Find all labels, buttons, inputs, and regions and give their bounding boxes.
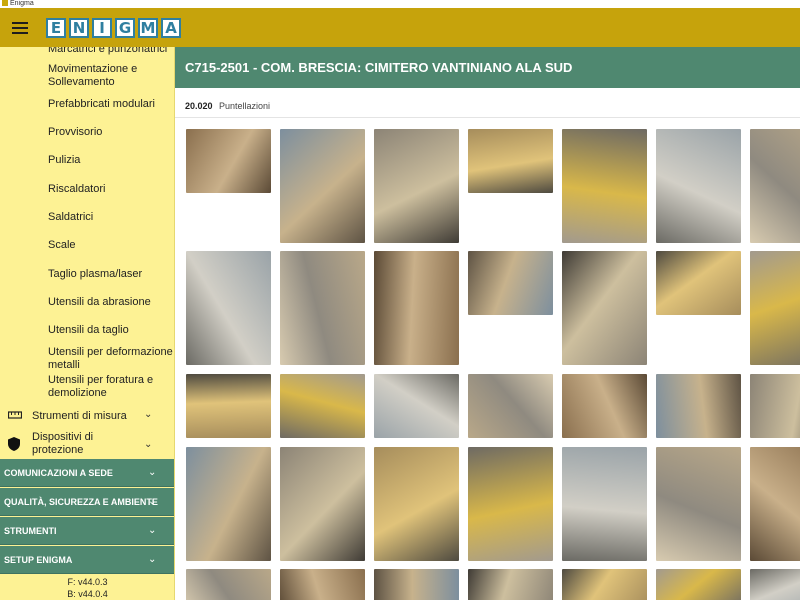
- section-comunicazioni[interactable]: COMUNICAZIONI A SEDE ⌄: [0, 459, 174, 487]
- sidebar-item-movimentazione[interactable]: Movimentazione e Sollevamento: [48, 63, 173, 89]
- shield-icon: [8, 437, 20, 451]
- photo-thumbnail[interactable]: [750, 447, 800, 561]
- photo-thumbnail[interactable]: [280, 129, 365, 243]
- photo-thumbnail[interactable]: [656, 569, 741, 600]
- photo-thumbnail[interactable]: [562, 251, 647, 365]
- logo-letter: A: [161, 18, 181, 38]
- section-label: COMUNICAZIONI A SEDE: [4, 468, 113, 478]
- photo-thumbnail[interactable]: [750, 374, 800, 438]
- section-setup-enigma[interactable]: SETUP ENIGMA ⌄: [0, 546, 174, 574]
- category-code: 20.020: [185, 101, 213, 111]
- sidebar-item-pulizia[interactable]: Pulizia: [48, 154, 173, 167]
- section-strumenti[interactable]: STRUMENTI ⌄: [0, 517, 174, 545]
- photo-thumbnail[interactable]: [562, 129, 647, 243]
- chevron-down-icon: ⌄: [148, 467, 157, 478]
- photo-thumbnail[interactable]: [374, 447, 459, 561]
- photo-thumbnail[interactable]: [280, 569, 365, 600]
- photo-thumbnail[interactable]: [750, 129, 800, 243]
- chevron-down-icon: ⌄: [148, 525, 157, 536]
- photo-thumbnail[interactable]: [374, 129, 459, 243]
- photo-thumbnail[interactable]: [656, 447, 741, 561]
- logo-letter: G: [115, 18, 135, 38]
- photo-thumbnail[interactable]: [562, 569, 647, 600]
- sidebar-item-riscaldatori[interactable]: Riscaldatori: [48, 183, 173, 196]
- chevron-down-icon: ⌄: [144, 409, 153, 420]
- sidebar-group-label: Dispositivi di protezione: [32, 431, 94, 456]
- page-header: C715-2501 - COM. BRESCIA: CIMITERO VANTI…: [175, 47, 800, 88]
- photo-thumbnail[interactable]: [280, 251, 365, 365]
- photo-thumbnail[interactable]: [468, 374, 553, 438]
- photo-thumbnail[interactable]: [186, 374, 271, 438]
- section-label: SETUP ENIGMA: [4, 555, 73, 565]
- photo-thumbnail[interactable]: [374, 251, 459, 365]
- photo-thumbnail[interactable]: [186, 251, 271, 365]
- sidebar: Marcatrici e punzonatrici Movimentazione…: [0, 47, 175, 600]
- app-icon: [2, 0, 8, 7]
- photo-thumbnail[interactable]: [656, 251, 741, 315]
- photo-thumbnail[interactable]: [656, 129, 741, 243]
- enigma-logo: E N I G M A: [46, 18, 181, 38]
- photo-thumbnail[interactable]: [280, 374, 365, 438]
- window-titlebar: Enigma: [0, 0, 800, 8]
- page-title: C715-2501 - COM. BRESCIA: CIMITERO VANTI…: [185, 60, 573, 75]
- sidebar-item-taglio-plasma[interactable]: Taglio plasma/laser: [48, 268, 173, 281]
- sidebar-item-utensili-taglio[interactable]: Utensili da taglio: [48, 324, 173, 337]
- section-qualita[interactable]: QUALITÀ, SICUREZZA E AMBIENTE ⌄: [0, 488, 174, 516]
- photo-thumbnail[interactable]: [186, 129, 271, 193]
- photo-thumbnail[interactable]: [186, 569, 271, 600]
- sidebar-item-marcatrici[interactable]: Marcatrici e punzonatrici: [48, 47, 173, 56]
- photo-thumbnail[interactable]: [656, 374, 741, 438]
- logo-letter: I: [92, 18, 112, 38]
- sidebar-item-utensili-abrasione[interactable]: Utensili da abrasione: [48, 296, 173, 309]
- logo-letter: E: [46, 18, 66, 38]
- section-label: QUALITÀ, SICUREZZA E AMBIENTE: [4, 497, 158, 507]
- photo-thumbnail[interactable]: [468, 569, 553, 600]
- sidebar-item-saldatrici[interactable]: Saldatrici: [48, 211, 173, 224]
- version-info: F: v44.0.3 B: v44.0.4: [0, 576, 174, 600]
- photo-thumbnail[interactable]: [562, 374, 647, 438]
- hamburger-menu-icon[interactable]: [10, 20, 30, 36]
- backend-version: B: v44.0.4: [67, 589, 108, 599]
- sidebar-item-utensili-deformazione[interactable]: Utensili per deformazione metalli: [48, 346, 173, 372]
- photo-thumbnail[interactable]: [750, 251, 800, 365]
- photo-thumbnail[interactable]: [374, 374, 459, 438]
- sidebar-group-dispositivi-protezione[interactable]: Dispositivi di protezione ⌄: [0, 430, 174, 460]
- window-title: Enigma: [10, 0, 34, 7]
- sidebar-item-provvisorio[interactable]: Provvisorio: [48, 126, 173, 139]
- category-bar: 20.020 Puntellazioni: [175, 88, 800, 118]
- photo-thumbnail[interactable]: [562, 447, 647, 561]
- sidebar-item-prefabbricati[interactable]: Prefabbricati modulari: [48, 98, 173, 111]
- photo-thumbnail[interactable]: [468, 129, 553, 193]
- photo-thumbnail[interactable]: [468, 447, 553, 561]
- photo-grid: [186, 129, 800, 600]
- ruler-icon: [8, 411, 22, 419]
- photo-thumbnail[interactable]: [750, 569, 800, 600]
- top-app-bar: E N I G M A: [0, 8, 800, 47]
- logo-letter: N: [69, 18, 89, 38]
- chevron-down-icon: ⌄: [144, 439, 153, 450]
- chevron-down-icon: ⌄: [148, 554, 157, 565]
- frontend-version: F: v44.0.3: [67, 577, 108, 587]
- section-label: STRUMENTI: [4, 526, 57, 536]
- chevron-down-icon: ⌄: [148, 496, 157, 507]
- sidebar-item-utensili-foratura[interactable]: Utensili per foratura e demolizione: [48, 374, 173, 400]
- sidebar-item-scale[interactable]: Scale: [48, 239, 173, 252]
- photo-thumbnail[interactable]: [186, 447, 271, 561]
- photo-thumbnail[interactable]: [280, 447, 365, 561]
- logo-letter: M: [138, 18, 158, 38]
- photo-thumbnail[interactable]: [468, 251, 553, 315]
- category-name: Puntellazioni: [219, 101, 271, 111]
- sidebar-group-strumenti-misura[interactable]: Strumenti di misura ⌄: [0, 404, 174, 428]
- photo-thumbnail[interactable]: [374, 569, 459, 600]
- sidebar-group-label: Strumenti di misura: [32, 410, 127, 422]
